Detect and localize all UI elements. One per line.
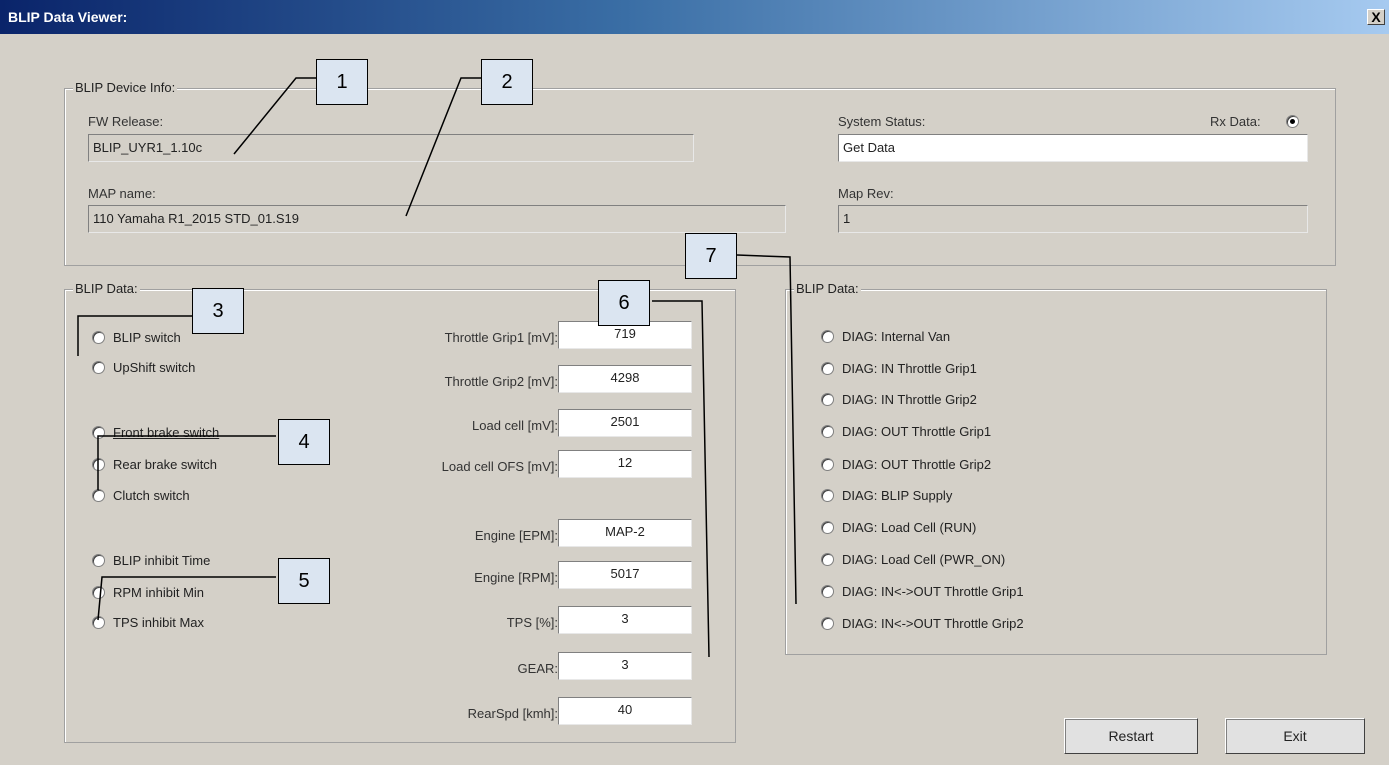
callout-2-line (405, 77, 481, 217)
callout-5: 5 (278, 558, 330, 604)
callout-3: 3 (192, 288, 244, 334)
callout-5-line (97, 576, 276, 621)
callout-2: 2 (481, 59, 533, 105)
callout-lines (77, 77, 797, 658)
callout-7-line (736, 254, 797, 605)
callout-7: 7 (685, 233, 737, 279)
callout-4: 4 (278, 419, 330, 465)
callout-4-line (97, 435, 276, 490)
callout-1-line (233, 77, 316, 155)
callout-3-line (77, 315, 192, 356)
callout-6-line (652, 300, 710, 658)
callout-1: 1 (316, 59, 368, 105)
callout-6: 6 (598, 280, 650, 326)
